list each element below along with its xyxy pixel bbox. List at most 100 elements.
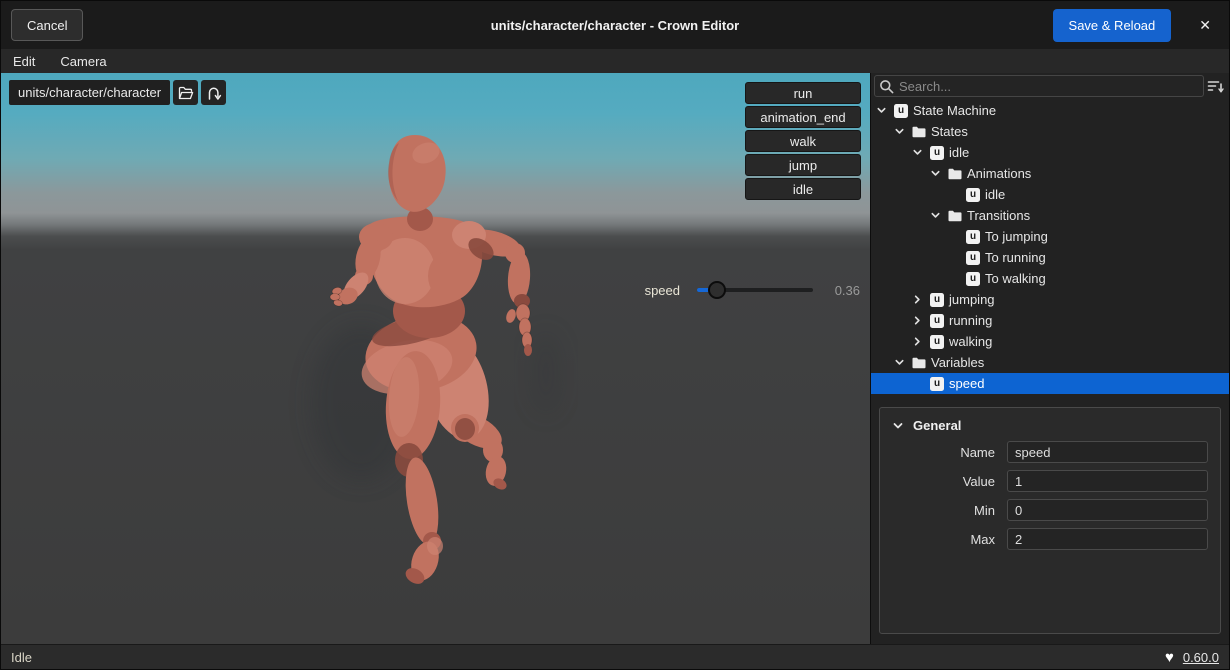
field-label-name: Name [892,445,995,460]
event-button-idle[interactable]: idle [745,178,861,200]
search-row [871,73,1229,99]
reload-icon [206,85,222,101]
field-label-min: Min [892,503,995,518]
chevron-right-icon[interactable] [912,315,930,326]
value-input[interactable] [1007,470,1208,492]
tree-item-idle[interactable]: uidle [871,184,1229,205]
chevron-down-icon[interactable] [894,126,912,137]
unit-icon: u [930,335,944,349]
state-machine-tree: uState MachineStatesuidleAnimationsuidle… [871,99,1229,394]
event-button-run[interactable]: run [745,82,861,104]
folder-icon [948,209,962,223]
close-icon[interactable]: ✕ [1191,13,1219,38]
tree-item-speed[interactable]: uspeed [871,373,1229,394]
field-label-max: Max [892,532,995,547]
speed-slider-label: speed [645,283,680,298]
unit-icon: u [930,293,944,307]
resource-bar: units/character/character [9,80,226,105]
event-button-walk[interactable]: walk [745,130,861,152]
character-model [1,73,870,644]
chevron-down-icon[interactable] [912,147,930,158]
speed-slider-value: 0.36 [820,283,860,298]
tree-item-to-jumping[interactable]: u To jumping [871,226,1229,247]
title-bar: Cancel units/character/character - Crown… [1,1,1229,49]
unit-icon: u [966,272,980,286]
chevron-down-icon [892,420,904,432]
crown-editor-window: Cancel units/character/character - Crown… [0,0,1230,670]
event-button-jump[interactable]: jump [745,154,861,176]
tree-item-label: Transitions [967,208,1030,223]
search-box [874,75,1204,97]
tree-item-label: speed [949,376,984,391]
reload-button[interactable] [201,80,226,105]
tree-item-variables[interactable]: Variables [871,352,1229,373]
speed-slider-knob[interactable] [708,281,726,299]
heart-icon[interactable]: ♥ [1165,650,1174,665]
tree-item-jumping[interactable]: u jumping [871,289,1229,310]
window-title: units/character/character - Crown Editor [1,18,1229,33]
chevron-right-icon[interactable] [912,294,930,305]
chevron-down-icon[interactable] [930,210,948,221]
max-input[interactable] [1007,528,1208,550]
inspector-section-header[interactable]: General [880,408,1220,441]
tree-item-label: State Machine [913,103,996,118]
save-reload-button[interactable]: Save & Reload [1053,9,1172,42]
unit-icon: u [894,104,908,118]
inspector-fields: Name Value Min Max [880,441,1220,550]
tree-item-label: To walking [985,271,1046,286]
chevron-down-icon[interactable] [894,357,912,368]
menu-edit[interactable]: Edit [13,54,35,69]
tree-item-label: walking [949,334,992,349]
open-folder-icon [178,86,194,100]
tree-item-label: To jumping [985,229,1048,244]
tree-item-to-walking[interactable]: u To walking [871,268,1229,289]
tree-item-label: running [949,313,992,328]
tree-item-animations[interactable]: Animations [871,163,1229,184]
menu-bar: Edit Camera [1,49,1229,73]
field-row-name: Name [880,441,1220,463]
chevron-down-icon[interactable] [876,105,894,116]
event-buttons: runanimation_endwalkjumpidle [745,82,861,200]
tree-item-label: Variables [931,355,984,370]
tree-item-walking[interactable]: u walking [871,331,1229,352]
field-label-value: Value [892,474,995,489]
inspector-section-title: General [913,418,961,433]
inspector-panel: General Name Value Min Max [879,407,1221,634]
sort-filter-icon[interactable] [1204,75,1226,97]
speed-slider[interactable] [697,280,813,300]
chevron-down-icon[interactable] [930,168,948,179]
status-text: Idle [11,650,32,665]
side-panel: uState MachineStatesuidleAnimationsuidle… [870,73,1229,644]
tree-item-label: jumping [949,292,995,307]
tree-item-label: idle [949,145,969,160]
tree-item-states[interactable]: States [871,121,1229,142]
tree-item-idle[interactable]: uidle [871,142,1229,163]
open-folder-button[interactable] [173,80,198,105]
unit-icon: u [930,377,944,391]
menu-camera[interactable]: Camera [60,54,106,69]
event-button-animation-end[interactable]: animation_end [745,106,861,128]
min-input[interactable] [1007,499,1208,521]
sort-descending-icon [1207,78,1224,94]
tree-item-transitions[interactable]: Transitions [871,205,1229,226]
tree-item-label: States [931,124,968,139]
resource-path-field: units/character/character [9,80,170,105]
chevron-right-icon[interactable] [912,336,930,347]
viewport-3d[interactable]: units/character/character runanimation_e… [1,73,870,644]
tree-item-running[interactable]: urunning [871,310,1229,331]
name-input[interactable] [1007,441,1208,463]
field-row-value: Value [880,470,1220,492]
tree-item-label: Animations [967,166,1031,181]
status-bar: Idle ♥ 0.60.0 [1,644,1229,669]
search-icon [879,79,894,94]
folder-icon [912,356,926,370]
tree-item-to-running[interactable]: uTo running [871,247,1229,268]
field-row-min: Min [880,499,1220,521]
search-input[interactable] [899,79,1199,94]
tree-item-state-machine[interactable]: u State Machine [871,100,1229,121]
version-link[interactable]: 0.60.0 [1183,650,1219,665]
cancel-button[interactable]: Cancel [11,9,83,41]
speed-slider-row: speed 0.36 [645,280,860,300]
field-row-max: Max [880,528,1220,550]
unit-icon: u [966,230,980,244]
